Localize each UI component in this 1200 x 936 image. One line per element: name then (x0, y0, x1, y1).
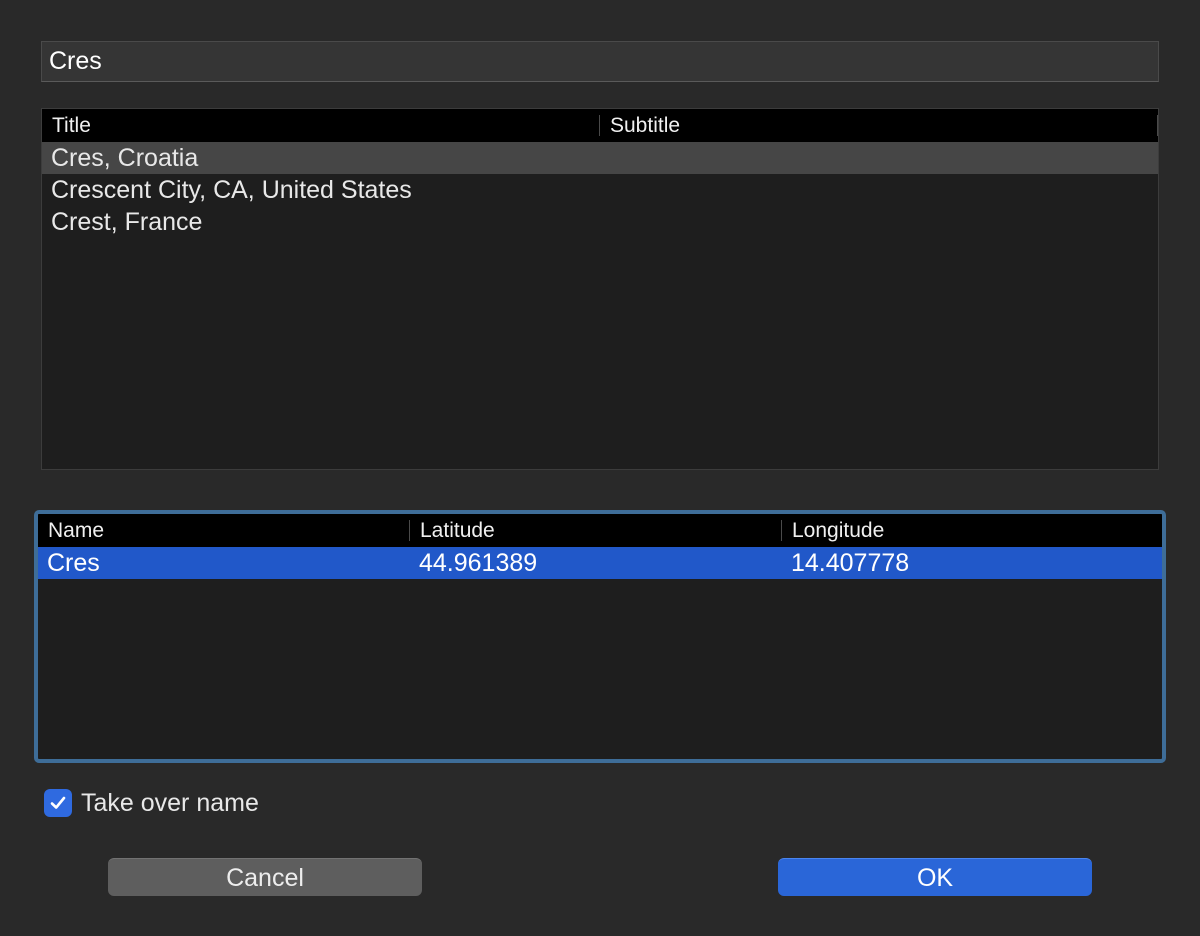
table-row[interactable]: Cres, Croatia (42, 142, 1158, 174)
table-row[interactable]: Cres 44.961389 14.407778 (38, 547, 1162, 579)
row-title: Crescent City, CA, United States (51, 175, 412, 204)
column-header-subtitle[interactable]: Subtitle (600, 109, 1158, 142)
table-row[interactable]: Crest, France (42, 206, 1158, 238)
take-over-name-label: Take over name (81, 788, 259, 817)
column-header-longitude[interactable]: Longitude (782, 514, 1162, 547)
location-search-dialog: Title Subtitle Cres, Croatia Crescent Ci… (0, 0, 1200, 936)
search-input[interactable] (41, 41, 1159, 82)
take-over-name-checkbox[interactable] (44, 789, 72, 817)
row-title: Crest, France (51, 207, 203, 236)
results-table-header: Title Subtitle (42, 109, 1158, 142)
column-header-name[interactable]: Name (38, 514, 410, 547)
results-table[interactable]: Title Subtitle Cres, Croatia Crescent Ci… (41, 108, 1159, 470)
row-longitude: 14.407778 (791, 548, 910, 577)
column-header-title[interactable]: Title (42, 109, 600, 142)
column-header-latitude[interactable]: Latitude (410, 514, 782, 547)
coordinates-table-header: Name Latitude Longitude (38, 514, 1162, 547)
take-over-name-option[interactable]: Take over name (44, 788, 259, 818)
table-row[interactable]: Crescent City, CA, United States (42, 174, 1158, 206)
row-latitude: 44.961389 (419, 548, 538, 577)
cancel-button[interactable]: Cancel (108, 858, 422, 896)
row-name: Cres (47, 548, 100, 577)
checkmark-icon (50, 796, 66, 809)
ok-button[interactable]: OK (778, 858, 1092, 896)
coordinates-table[interactable]: Name Latitude Longitude Cres 44.961389 1… (34, 510, 1166, 763)
row-title: Cres, Croatia (51, 143, 199, 172)
